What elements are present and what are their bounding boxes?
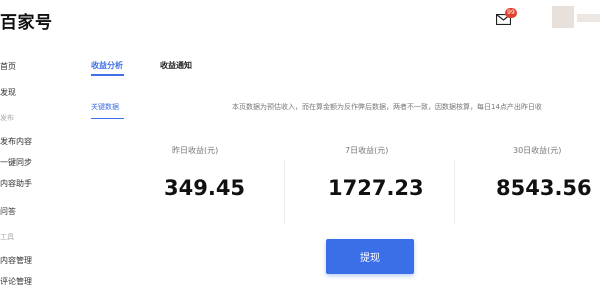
- sidebar-item-home[interactable]: 首页: [0, 61, 16, 72]
- tab-active-indicator: [91, 74, 124, 76]
- sidebar-item-discover[interactable]: 发现: [0, 87, 16, 98]
- stat-value-30day: 8543.56: [496, 176, 592, 200]
- user-name-blurred[interactable]: [577, 14, 600, 22]
- stat-label-7day: 7日收益(元): [345, 146, 389, 155]
- sidebar-item-one-click-sync[interactable]: 一键同步: [0, 157, 32, 168]
- stat-value-yesterday: 349.45: [164, 176, 246, 200]
- sidebar-group-tools: 工具: [0, 233, 14, 241]
- notification-badge: 99: [505, 8, 517, 18]
- sidebar-group-publish: 发布: [0, 114, 14, 122]
- sidebar-item-qa[interactable]: 问答: [0, 206, 16, 217]
- stat-label-30day: 30日收益(元): [513, 146, 562, 155]
- sidebar-item-comment-management[interactable]: 评论管理: [0, 276, 32, 287]
- tab-income-notice[interactable]: 收益通知: [160, 60, 192, 71]
- sidebar-item-content-assistant[interactable]: 内容助手: [0, 178, 32, 189]
- subtab-active-indicator: [91, 118, 124, 119]
- data-notice-text: 本页数据为预估收入，而在算金额为反作弊后数据，两者不一致，因数据核算，每日14点…: [232, 103, 542, 111]
- tab-income-analysis[interactable]: 收益分析: [91, 60, 123, 71]
- stat-divider: [454, 160, 455, 224]
- app-logo[interactable]: 百家号: [0, 8, 53, 33]
- avatar[interactable]: [552, 6, 574, 28]
- subtab-key-data[interactable]: 关键数据: [91, 102, 119, 112]
- sidebar-item-publish-content[interactable]: 发布内容: [0, 136, 32, 147]
- stat-value-7day: 1727.23: [328, 176, 424, 200]
- top-bar: 百家号 99: [0, 0, 600, 40]
- sidebar-item-content-management[interactable]: 内容管理: [0, 255, 32, 266]
- stat-divider: [284, 160, 285, 224]
- stat-label-yesterday: 昨日收益(元): [172, 146, 219, 155]
- withdraw-button[interactable]: 提现: [326, 239, 414, 274]
